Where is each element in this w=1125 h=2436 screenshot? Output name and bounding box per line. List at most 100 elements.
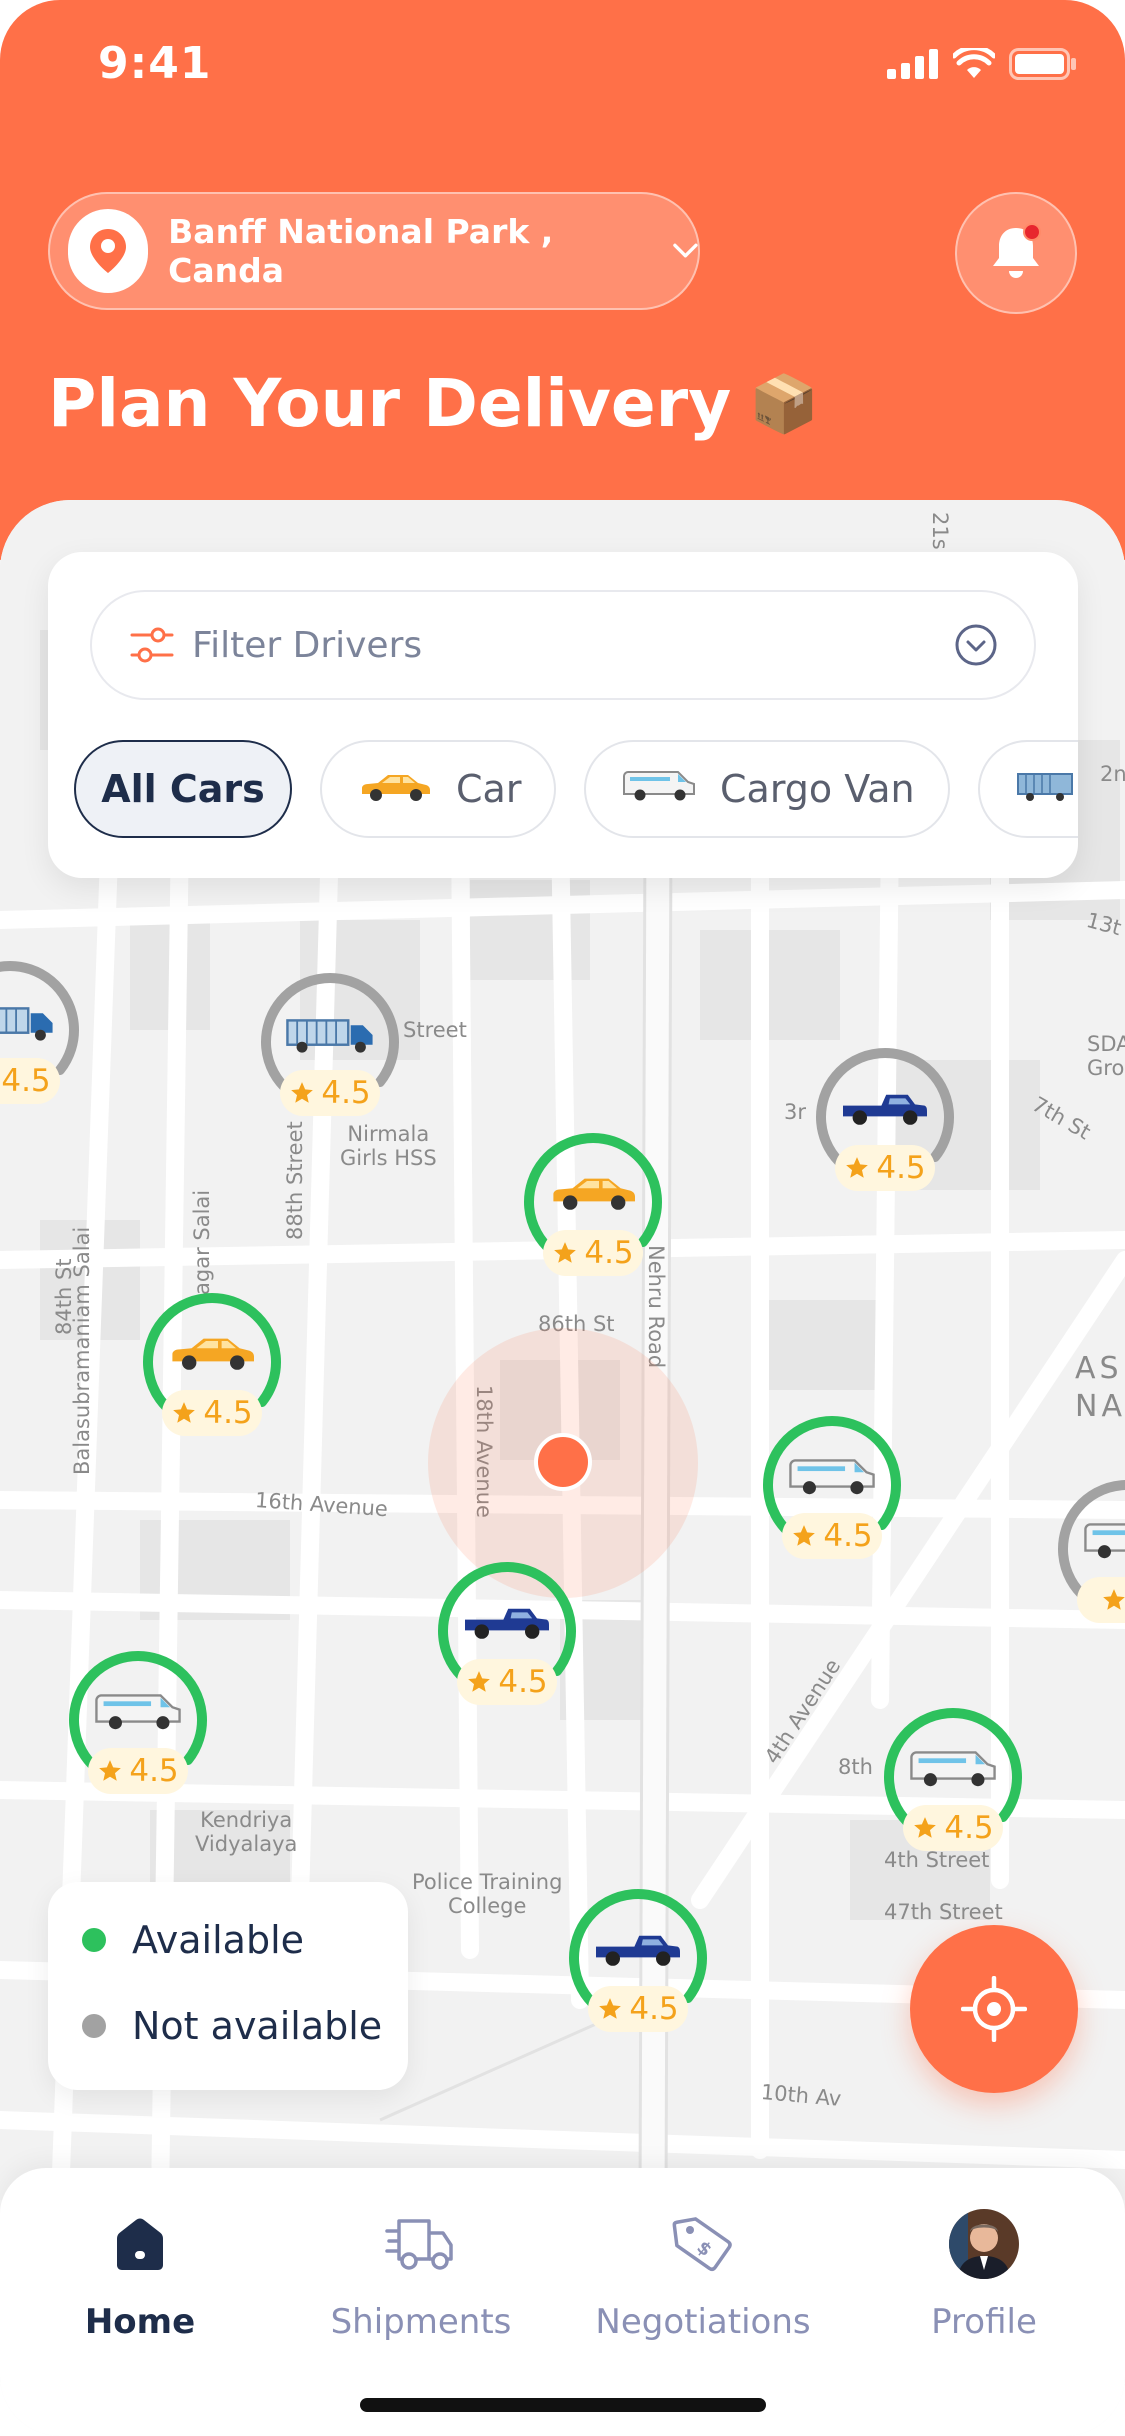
status-time: 9:41	[98, 38, 212, 89]
pickup-truck-icon	[462, 1604, 552, 1644]
package-icon: 📦	[749, 371, 819, 437]
rating-value: 4.5	[823, 1518, 873, 1554]
notifications-button[interactable]	[955, 192, 1077, 314]
chevron-down-circle-icon	[955, 624, 997, 666]
available-dot	[82, 1928, 106, 1952]
chip-cargo-van[interactable]: Cargo Van	[584, 740, 950, 838]
star-icon	[99, 1760, 122, 1781]
map-label: 2n	[1100, 762, 1125, 786]
location-selector[interactable]: Banff National Park , Canda	[48, 192, 700, 310]
rating-value: 4.5	[629, 1991, 679, 2027]
truck-icon	[385, 2208, 457, 2280]
driver-pin[interactable]: 4.5	[432, 1559, 582, 1729]
chevron-down-icon	[673, 243, 698, 258]
location-pin-badge	[68, 209, 149, 293]
star-icon	[468, 1671, 491, 1692]
chip-truck[interactable]	[978, 740, 1078, 838]
driver-pin[interactable]: 4.5	[63, 1648, 213, 1818]
legend-label: Available	[132, 1918, 305, 1962]
rating-badge: 4.5	[588, 1986, 688, 2032]
van-icon	[1082, 1522, 1125, 1564]
truck-icon	[1016, 767, 1076, 811]
home-indicator	[360, 2398, 766, 2412]
rating-badge: 4.5	[162, 1390, 262, 1436]
legend-label: Not available	[132, 2004, 383, 2048]
star-icon	[173, 1402, 196, 1423]
home-icon	[109, 2208, 171, 2280]
map-label: Police Training College	[412, 1870, 563, 1918]
driver-pin[interactable]: 4.5	[0, 958, 85, 1128]
driver-pin[interactable]: 4.5	[518, 1130, 668, 1300]
filter-placeholder: Filter Drivers	[192, 624, 423, 666]
unavailable-dot	[82, 2014, 106, 2038]
star-icon	[793, 1525, 816, 1546]
rating-value: 4.5	[321, 1075, 371, 1111]
driver-pin[interactable]: 4.5	[757, 1413, 907, 1583]
rating-value: 4.5	[1, 1063, 51, 1099]
filter-card: Filter Drivers All Cars Car Cargo Van	[48, 552, 1078, 878]
bell-icon	[993, 223, 1041, 278]
rating-badge: 4.5	[782, 1513, 882, 1559]
van-icon	[908, 1750, 998, 1792]
tab-shipments[interactable]: Shipments	[311, 2208, 531, 2342]
tab-negotiations[interactable]: $ Negotiations	[593, 2208, 813, 2342]
location-pin-icon	[90, 229, 127, 273]
truck-icon	[0, 1003, 55, 1047]
chip-label: Car	[456, 767, 522, 811]
page-title: Plan Your Delivery 📦	[48, 365, 819, 442]
rating-badge: 4	[1077, 1577, 1125, 1623]
map-label: Balasubramaniam Salai	[70, 1226, 94, 1475]
tab-label: Negotiations	[595, 2302, 811, 2342]
filter-drivers-input[interactable]: Filter Drivers	[90, 590, 1036, 700]
rating-badge: 4.5	[835, 1145, 935, 1191]
price-tag-icon: $	[670, 2208, 736, 2280]
rating-badge: 4.5	[280, 1070, 380, 1116]
sliders-icon	[130, 627, 174, 663]
driver-pin[interactable]: 4.5	[878, 1705, 1028, 1875]
driver-pin[interactable]: 4.5	[255, 970, 405, 1140]
tab-label: Shipments	[330, 2302, 512, 2342]
chip-all-cars[interactable]: All Cars	[74, 740, 292, 838]
legend-not-available: Not available	[82, 2004, 382, 2048]
my-location-button[interactable]	[910, 1925, 1078, 2093]
rating-value: 4.5	[129, 1753, 179, 1789]
avatar	[948, 2208, 1020, 2280]
driver-pin[interactable]: 4	[1052, 1477, 1125, 1647]
truck-icon	[285, 1015, 375, 1059]
driver-pin[interactable]: 4.5	[810, 1045, 960, 1215]
star-icon	[1103, 1589, 1125, 1610]
status-icons	[887, 48, 1077, 80]
rating-badge: 4.5	[543, 1230, 643, 1276]
map-label: SDAT Cr Groun	[1087, 1032, 1125, 1080]
rating-badge: 4.5	[457, 1659, 557, 1705]
tab-profile[interactable]: Profile	[874, 2208, 1094, 2342]
rating-badge: 4.5	[0, 1058, 60, 1104]
map-label: agar Salai	[190, 1189, 214, 1295]
app-screen: 9:41 Banff National Park , Canda Plan Yo…	[0, 0, 1125, 2436]
rating-value: 4.5	[876, 1150, 926, 1186]
tab-label: Home	[84, 2302, 196, 2342]
rating-badge: 4.5	[903, 1805, 1003, 1851]
driver-pin[interactable]: 4.5	[563, 1886, 713, 2056]
page-title-text: Plan Your Delivery	[48, 365, 732, 442]
tab-home[interactable]: Home	[30, 2208, 250, 2342]
rating-value: 4.5	[584, 1235, 634, 1271]
chip-car[interactable]: Car	[320, 740, 556, 838]
wifi-icon	[953, 48, 995, 78]
star-icon	[554, 1242, 577, 1263]
car-icon	[167, 1335, 257, 1375]
map-label: Street	[403, 1018, 467, 1042]
map-label: 21s	[928, 512, 952, 550]
driver-pin[interactable]: 4.5	[137, 1290, 287, 1460]
battery-icon	[1009, 48, 1076, 80]
chip-label: All Cars	[101, 767, 265, 811]
star-icon	[599, 1998, 622, 2019]
van-icon	[93, 1693, 183, 1735]
crosshair-icon	[961, 1976, 1027, 2042]
tab-label: Profile	[931, 2302, 1037, 2342]
rating-badge: 4.5	[88, 1748, 188, 1794]
map-label: 47th Street	[884, 1900, 1003, 1924]
location-label: Banff National Park , Canda	[168, 212, 554, 290]
car-icon	[548, 1175, 638, 1215]
user-location-dot	[534, 1433, 592, 1491]
